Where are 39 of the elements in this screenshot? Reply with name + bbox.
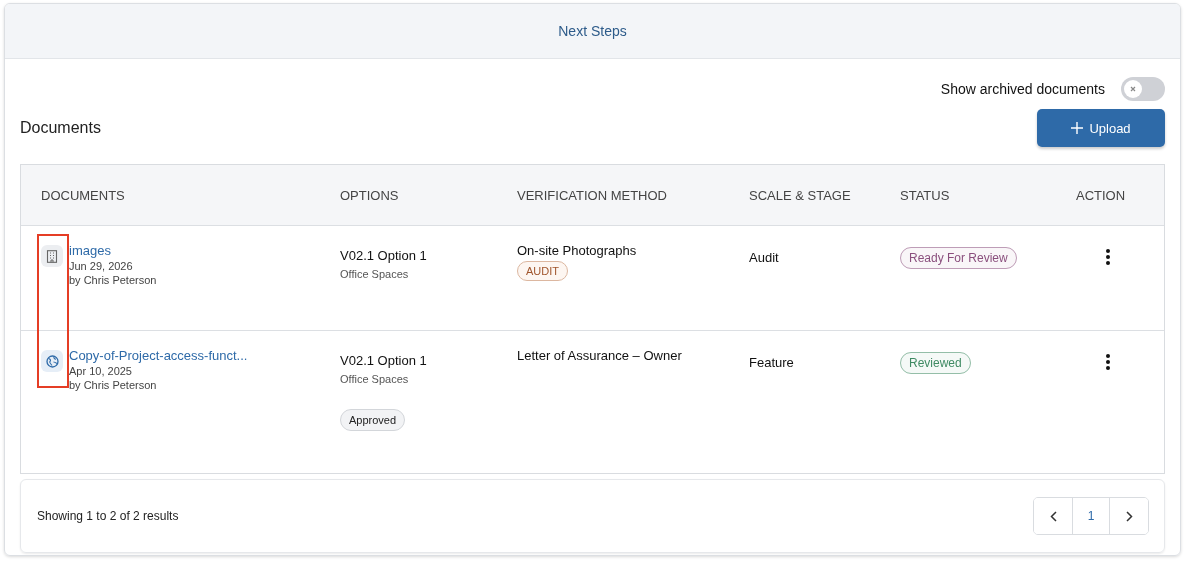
- option-name: V02.1 Option 1: [340, 248, 427, 263]
- status-badge: Reviewed: [900, 352, 971, 374]
- close-icon: [1130, 86, 1136, 92]
- results-summary: Showing 1 to 2 of 2 results: [37, 509, 179, 523]
- more-icon[interactable]: [1105, 353, 1111, 371]
- scale-stage: Feature: [749, 355, 794, 370]
- toggle-label: Show archived documents: [940, 81, 1105, 97]
- approval-badge: Approved: [340, 409, 406, 431]
- chevron-left-icon: [1049, 510, 1057, 522]
- verification-method: Letter of Assurance – Owner: [517, 348, 682, 363]
- header-title: Next Steps: [558, 23, 627, 39]
- document-link[interactable]: Copy-of-Project-access-funct...: [69, 348, 248, 363]
- column-header: DOCUMENTS: [40, 187, 126, 203]
- document-date: Jun 29, 2026: [69, 260, 134, 272]
- file-icon: [41, 245, 63, 267]
- upload-button[interactable]: Upload: [1037, 109, 1165, 147]
- document-date: Apr 10, 2025: [69, 365, 133, 377]
- method-tag: AUDIT: [517, 261, 568, 281]
- plus-icon: [1071, 122, 1084, 134]
- document-link[interactable]: images: [69, 243, 157, 258]
- status-badge: Ready For Review: [900, 247, 1017, 269]
- file-icon: [41, 350, 63, 372]
- option-space: Office Spaces: [340, 268, 409, 280]
- archive-toggle[interactable]: [1121, 77, 1165, 101]
- section-title: Documents: [20, 119, 101, 137]
- option-name: V02.1 Option 1: [340, 353, 427, 368]
- page-button[interactable]: 1: [1072, 498, 1110, 534]
- column-header: OPTIONS: [340, 187, 400, 203]
- column-header: STATUS: [900, 187, 951, 203]
- document-author: by Chris Peterson: [69, 379, 158, 391]
- document-author: by Chris Peterson: [69, 274, 157, 286]
- option-space: Office Spaces: [340, 373, 409, 385]
- column-header: SCALE & STAGE: [749, 187, 852, 203]
- more-icon[interactable]: [1105, 248, 1111, 266]
- column-header: VERIFICATION METHOD: [517, 187, 668, 203]
- column-header: ACTION: [1076, 187, 1127, 203]
- scale-stage: Audit: [749, 250, 779, 265]
- verification-method: On-site Photographs: [517, 243, 637, 258]
- chevron-right-icon: [1125, 510, 1133, 522]
